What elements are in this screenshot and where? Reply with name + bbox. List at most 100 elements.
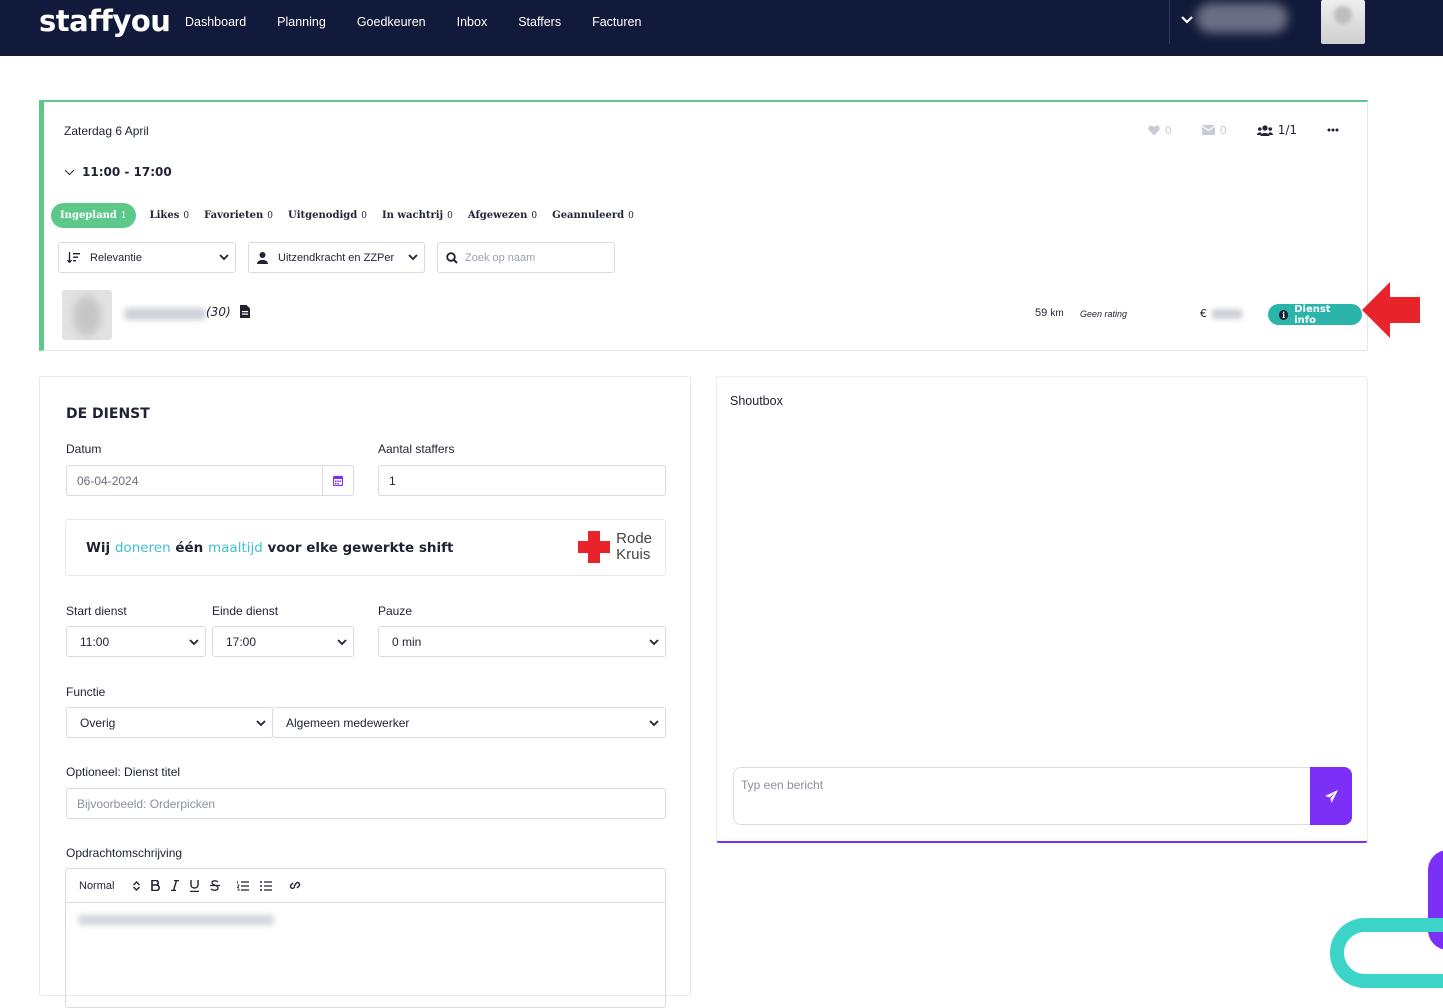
tab-afgewezen[interactable]: Afgewezen 0 <box>468 210 537 221</box>
tab-label: Afgewezen <box>467 210 528 221</box>
staff-count-input[interactable]: 1 <box>378 465 666 496</box>
staff-count-stat[interactable]: 1/1 <box>1256 123 1297 137</box>
red-cross-icon <box>578 531 611 563</box>
red-arrow-icon <box>1362 282 1420 338</box>
date-label: Datum <box>66 442 102 456</box>
tab-label: Uitgenodigd <box>288 210 358 221</box>
staff-count-label: Aantal staffers <box>378 442 455 456</box>
italic-icon[interactable] <box>171 880 180 891</box>
sort-select[interactable]: Relevantie <box>58 242 236 273</box>
nav-link-inbox[interactable]: Inbox <box>457 15 488 29</box>
shift-date: Zaterdag 6 April <box>64 124 149 138</box>
chevron-down-icon <box>337 639 347 646</box>
calendar-button[interactable] <box>322 466 353 495</box>
dienst-panel: DE DIENST Datum 06-04-2024 Aantal staffe… <box>39 376 691 1008</box>
tab-in-wachtrij[interactable]: In wachtrij 0 <box>382 210 453 221</box>
pause-value: 0 min <box>392 634 422 649</box>
bullet-list-icon[interactable] <box>260 880 273 891</box>
send-button[interactable] <box>1310 767 1352 825</box>
shift-stats: 0 0 1/1 <box>1118 123 1339 137</box>
tab-count: 1 <box>120 210 127 221</box>
start-time-select[interactable]: 11:00 <box>66 626 206 657</box>
date-field[interactable]: 06-04-2024 <box>66 465 354 496</box>
dienst-info-button[interactable]: i Dienst info <box>1268 304 1362 326</box>
dienst-title-input[interactable]: Bijvoorbeeld: Orderpicken <box>66 788 666 819</box>
function-label: Functie <box>66 685 106 699</box>
staffer-rating: Geen rating <box>1080 309 1128 319</box>
calendar-icon <box>333 475 343 486</box>
ordered-list-icon[interactable] <box>237 880 250 891</box>
nav-link-planning[interactable]: Planning <box>277 15 326 29</box>
document-icon[interactable] <box>240 305 250 318</box>
nav-link-facturen[interactable]: Facturen <box>592 15 641 29</box>
decorative-shape <box>1330 918 1443 988</box>
staffer-type-select[interactable]: Uitzendkracht en ZZPer <box>248 242 425 273</box>
users-icon <box>1256 124 1273 136</box>
staffer-name-blurred[interactable] <box>124 308 206 320</box>
info-icon: i <box>1279 309 1289 320</box>
nav-link-goedkeuren[interactable]: Goedkeuren <box>357 15 426 29</box>
donation-banner: Wij doneren één maaltijd voor elke gewer… <box>65 519 666 576</box>
tab-uitgenodigd[interactable]: Uitgenodigd 0 <box>288 210 367 221</box>
staffer-type-value: Uitzendkracht en ZZPer <box>278 251 395 264</box>
nav-divider <box>1169 0 1170 44</box>
chevron-down-icon[interactable] <box>1180 13 1194 27</box>
start-label: Start dienst <box>66 604 127 618</box>
sort-select-value: Relevantie <box>90 251 142 264</box>
rk-line-2: Kruis <box>616 546 651 563</box>
nav-link-staffers[interactable]: Staffers <box>518 15 561 29</box>
rk-line-1: Rode <box>616 530 652 547</box>
shoutbox-message-input[interactable]: Typ een bericht <box>733 767 1311 825</box>
likes-stat[interactable]: 0 <box>1147 123 1172 137</box>
bold-icon[interactable] <box>151 880 161 891</box>
chevron-down-icon <box>64 169 75 175</box>
search-input[interactable]: Zoek op naam <box>437 242 615 273</box>
staff-count: 1/1 <box>1277 123 1297 137</box>
dienst-title: DE DIENST <box>66 406 150 422</box>
underline-icon[interactable] <box>190 879 200 892</box>
shift-card: Zaterdag 6 April 0 0 1/1 11:00 - 17:00 I… <box>39 100 1368 351</box>
tab-count: 0 <box>531 210 538 221</box>
shift-time-toggle[interactable]: 11:00 - 17:00 <box>64 165 172 179</box>
text-style-select[interactable]: Normal <box>79 880 114 892</box>
staffer-distance: 59 km <box>1035 307 1064 319</box>
chevron-down-icon <box>408 254 418 261</box>
start-time-value: 11:00 <box>80 634 110 649</box>
shift-time: 11:00 - 17:00 <box>82 165 172 179</box>
messages-stat[interactable]: 0 <box>1201 124 1227 137</box>
updown-icon[interactable] <box>133 880 141 891</box>
logo[interactable]: staffyou <box>39 4 171 38</box>
user-icon <box>257 251 268 264</box>
donate-highlight: doneren <box>114 540 171 556</box>
description-editor[interactable]: Normal <box>65 868 666 1008</box>
staffer-row[interactable]: (30) 59 km Geen rating € i Dienst info <box>62 290 1362 342</box>
likes-count: 0 <box>1164 123 1172 137</box>
function-select[interactable]: Algemeen medewerker <box>272 707 666 738</box>
end-time-select[interactable]: 17:00 <box>212 626 354 657</box>
donation-text: Wij doneren één maaltijd voor elke gewer… <box>86 540 453 556</box>
tab-label: In wachtrij <box>381 210 444 221</box>
dienst-title-label: Optioneel: Dienst titel <box>66 765 181 779</box>
pause-select[interactable]: 0 min <box>378 626 666 657</box>
tab-geannuleerd[interactable]: Geannuleerd 0 <box>552 210 634 221</box>
envelope-icon <box>1201 125 1215 135</box>
staffer-avatar[interactable] <box>62 290 112 340</box>
tab-count: 0 <box>267 210 274 221</box>
tab-likes[interactable]: Likes 0 <box>150 210 190 221</box>
link-icon[interactable] <box>289 880 301 891</box>
donate-highlight: maaltijd <box>208 540 263 556</box>
top-navbar: staffyou Dashboard Planning Goedkeuren I… <box>0 0 1443 56</box>
function-category-select[interactable]: Overig <box>66 707 273 738</box>
avatar[interactable] <box>1321 0 1365 44</box>
donate-text-post: voor elke gewerkte shift <box>262 540 454 556</box>
shoutbox-panel: Shoutbox Typ een bericht <box>716 376 1368 843</box>
more-options-button[interactable] <box>1327 128 1339 132</box>
user-name-blurred[interactable] <box>1196 3 1288 33</box>
tab-favorieten[interactable]: Favorieten 0 <box>204 210 273 221</box>
shoutbox-title: Shoutbox <box>730 394 783 408</box>
search-placeholder: Zoek op naam <box>465 251 536 264</box>
strikethrough-icon[interactable] <box>210 880 221 891</box>
tab-ingepland[interactable]: Ingepland 1 <box>51 203 136 228</box>
staffer-rate-blurred <box>1212 309 1242 319</box>
nav-link-dashboard[interactable]: Dashboard <box>185 15 246 29</box>
